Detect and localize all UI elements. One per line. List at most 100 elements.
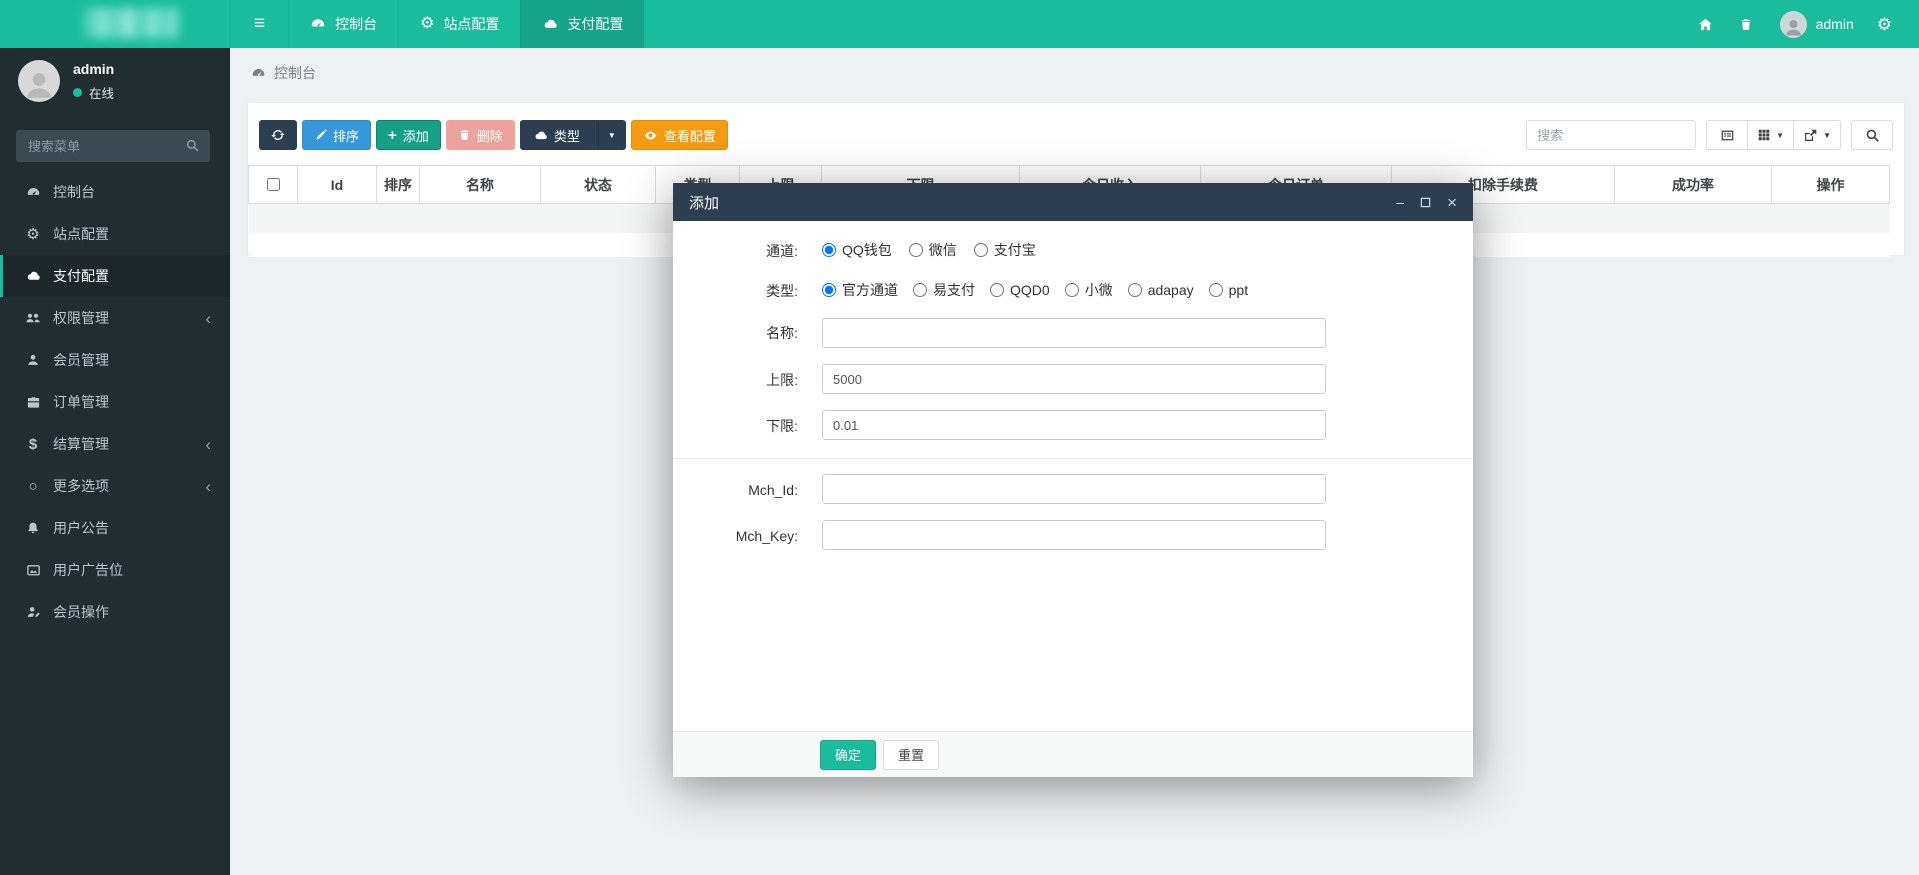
- sidebar-item-user-ad-slots[interactable]: 用户广告位: [0, 549, 230, 591]
- sidebar-user-panel: admin 在线: [18, 58, 220, 120]
- radio-input[interactable]: [822, 243, 836, 257]
- reset-button[interactable]: 重置: [883, 739, 940, 770]
- radio-option-alipay[interactable]: 支付宝: [973, 240, 1036, 260]
- sidebar-item-label: 订单管理: [53, 394, 109, 410]
- radio-input[interactable]: [990, 283, 1004, 297]
- tab-site-config[interactable]: ⚙ 站点配置: [398, 0, 520, 48]
- settings-button[interactable]: ⚙: [1864, 0, 1905, 48]
- radio-input[interactable]: [1064, 283, 1079, 297]
- add-dialog-footer: 确定 重置: [673, 731, 1473, 777]
- table-search-input[interactable]: [1526, 120, 1697, 150]
- toggle-view-button[interactable]: [1706, 120, 1749, 150]
- tachometer-icon: [252, 68, 265, 76]
- radio-label: 易支付: [933, 282, 975, 298]
- refresh-button[interactable]: [259, 120, 297, 150]
- radio-option-qq-wallet[interactable]: QQ钱包: [822, 240, 892, 260]
- sidebar-item-more-options[interactable]: ○ 更多选项 ‹: [0, 465, 230, 507]
- radio-input[interactable]: [908, 243, 923, 257]
- sort-button[interactable]: 排序: [302, 120, 372, 150]
- briefcase-icon: [24, 395, 42, 410]
- channel-radio-group: QQ钱包 微信 支付宝: [822, 240, 1036, 260]
- mch-key-input[interactable]: [822, 520, 1326, 550]
- minimize-icon[interactable]: –: [1396, 192, 1404, 212]
- toolbar-right: ▼ ▼: [1526, 120, 1893, 150]
- trash-button[interactable]: [1726, 0, 1766, 48]
- breadcrumb: 控制台: [251, 63, 316, 83]
- upper-limit-field-label: 上限:: [766, 372, 798, 388]
- upper-limit-input[interactable]: [822, 364, 1326, 394]
- add-button[interactable]: + 添加: [376, 120, 441, 150]
- radio-option-official-channel[interactable]: 官方通道: [822, 280, 898, 300]
- sidebar-item-label: 结算管理: [53, 436, 109, 452]
- name-field-label: 名称:: [766, 325, 798, 341]
- radio-label: QQ钱包: [842, 242, 892, 258]
- radio-label: QQD0: [1010, 282, 1050, 298]
- tachometer-icon: [310, 16, 326, 32]
- sidebar-item-user-announcements[interactable]: 用户公告: [0, 507, 230, 549]
- sidebar-search-input[interactable]: [16, 130, 210, 162]
- caret-down-icon[interactable]: ▼: [597, 121, 625, 149]
- maximize-icon[interactable]: [1420, 192, 1431, 212]
- breadcrumb-label: 控制台: [274, 65, 316, 81]
- sidebar-item-settlement[interactable]: $ 结算管理 ‹: [0, 423, 230, 465]
- search-submit-button[interactable]: [1851, 120, 1893, 150]
- mch-id-field-label: Mch_Id:: [748, 482, 798, 498]
- sidebar-item-label: 更多选项: [53, 478, 109, 494]
- caret-down-icon: ▼: [1823, 130, 1831, 140]
- view-config-button-label: 查看配置: [663, 128, 716, 144]
- table-view-button-group: ▼ ▼: [1706, 120, 1841, 150]
- sidebar-item-payment-config[interactable]: 支付配置: [0, 255, 230, 297]
- radio-option-ppt[interactable]: ppt: [1208, 282, 1248, 298]
- tab-dashboard[interactable]: 控制台: [288, 0, 398, 48]
- user-edit-icon: [24, 605, 42, 619]
- export-dropdown-button[interactable]: ▼: [1794, 120, 1841, 150]
- columns-dropdown-button[interactable]: ▼: [1748, 120, 1795, 150]
- type-dropdown-button[interactable]: 类型 ▼: [519, 120, 626, 150]
- home-button[interactable]: [1685, 0, 1726, 48]
- sidebar-item-orders[interactable]: 订单管理: [0, 381, 230, 423]
- sidebar-avatar: [18, 60, 60, 102]
- cloud-icon: [533, 128, 548, 143]
- tachometer-icon: [24, 185, 42, 200]
- radio-input[interactable]: [913, 283, 927, 297]
- tab-payment-config[interactable]: 支付配置: [520, 0, 645, 48]
- sidebar-item-members[interactable]: 会员管理: [0, 339, 230, 381]
- select-all-checkbox[interactable]: [267, 178, 280, 191]
- search-icon: [185, 138, 200, 153]
- sidebar-user-status: 在线: [73, 83, 114, 102]
- radio-option-yipay[interactable]: 易支付: [913, 280, 975, 300]
- name-input[interactable]: [822, 318, 1326, 348]
- radio-label: 小微: [1084, 282, 1113, 298]
- add-dialog-title: 添加: [689, 194, 720, 212]
- radio-input[interactable]: [1208, 283, 1223, 297]
- close-icon[interactable]: ×: [1447, 192, 1457, 212]
- radio-input[interactable]: [822, 283, 836, 297]
- user-avatar[interactable]: [1779, 10, 1807, 38]
- radio-option-qqd0[interactable]: QQD0: [990, 282, 1050, 298]
- mch-id-input[interactable]: [822, 474, 1326, 504]
- sidebar-item-site-config[interactable]: ⚙ 站点配置: [0, 213, 230, 255]
- radio-option-adapay[interactable]: adapay: [1127, 282, 1194, 298]
- sidebar-item-dashboard[interactable]: 控制台: [0, 171, 230, 213]
- tab-payment-config-label: 支付配置: [567, 16, 624, 32]
- lower-limit-input[interactable]: [822, 410, 1326, 440]
- radio-option-wechat[interactable]: 微信: [908, 240, 957, 260]
- view-config-button[interactable]: 查看配置: [630, 120, 728, 150]
- type-field-label: 类型:: [766, 283, 798, 299]
- column-header-sort: 排序: [376, 165, 420, 204]
- delete-button[interactable]: 删除: [445, 120, 515, 150]
- sidebar: admin 在线 控制台 ⚙ 站点配置: [0, 48, 230, 875]
- plus-icon: +: [388, 126, 397, 144]
- hamburger-menu-button[interactable]: ≡: [230, 0, 288, 48]
- radio-label: 微信: [928, 242, 957, 258]
- radio-label: adapay: [1147, 282, 1194, 298]
- add-dialog-header[interactable]: 添加 – ×: [673, 183, 1473, 221]
- sidebar-item-member-actions[interactable]: 会员操作: [0, 591, 230, 633]
- confirm-button[interactable]: 确定: [820, 739, 877, 770]
- navbar-username[interactable]: admin: [1816, 16, 1854, 32]
- radio-option-xiaowei[interactable]: 小微: [1064, 280, 1113, 300]
- radio-input[interactable]: [1127, 283, 1142, 297]
- list-alt-icon: [1721, 130, 1733, 140]
- radio-input[interactable]: [973, 243, 988, 257]
- sidebar-item-permissions[interactable]: 权限管理 ‹: [0, 297, 230, 339]
